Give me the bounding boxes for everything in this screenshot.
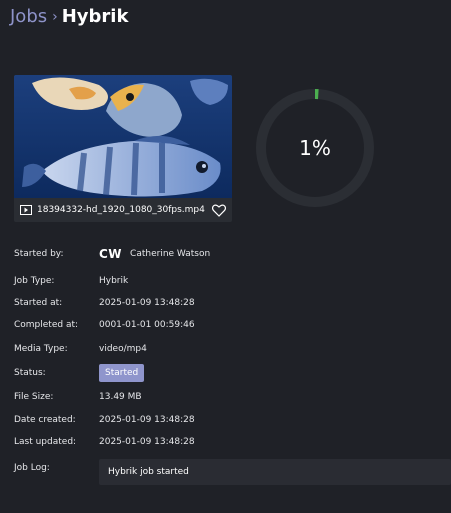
media-type-value: video/mp4 xyxy=(99,344,147,354)
completed-at-row: Completed at: 0001-01-01 00:59:46 xyxy=(14,316,195,334)
media-type-label: Media Type: xyxy=(14,344,68,354)
media-card[interactable]: 18394332-hd_1920_1080_30fps.mp4 xyxy=(14,75,232,222)
last-updated-label: Last updated: xyxy=(14,437,77,447)
job-type-value: Hybrik xyxy=(99,276,129,286)
breadcrumb: Jobs › Hybrik xyxy=(10,6,128,29)
completed-at-value: 0001-01-01 00:59:46 xyxy=(99,320,195,330)
started-at-value: 2025-01-09 13:48:28 xyxy=(99,298,195,308)
started-by-label: Started by: xyxy=(14,249,64,259)
media-type-row: Media Type: video/mp4 xyxy=(14,340,147,358)
avatar: CW xyxy=(99,247,123,261)
job-log-row: Job Log: xyxy=(14,459,99,477)
progress-ring: 1% xyxy=(255,88,375,208)
breadcrumb-current: Hybrik xyxy=(61,6,129,27)
job-log-label: Job Log: xyxy=(14,463,50,473)
started-by-value: Catherine Watson xyxy=(130,249,211,259)
job-log-text: Hybrik job started xyxy=(108,467,189,477)
job-log-box: Hybrik job started xyxy=(99,459,451,485)
date-created-value: 2025-01-09 13:48:28 xyxy=(99,415,195,425)
video-icon xyxy=(20,205,32,215)
media-file-name: 18394332-hd_1920_1080_30fps.mp4 xyxy=(37,205,205,215)
completed-at-label: Completed at: xyxy=(14,320,79,330)
date-created-row: Date created: 2025-01-09 13:48:28 xyxy=(14,411,195,429)
last-updated-value: 2025-01-09 13:48:28 xyxy=(99,437,195,447)
breadcrumb-jobs-link[interactable]: Jobs xyxy=(10,6,47,27)
job-type-row: Job Type: Hybrik xyxy=(14,272,128,290)
started-at-row: Started at: 2025-01-09 13:48:28 xyxy=(14,294,195,312)
last-updated-row: Last updated: 2025-01-09 13:48:28 xyxy=(14,433,195,451)
breadcrumb-chevron-icon: › xyxy=(52,9,58,25)
file-size-row: File Size: 13.49 MB xyxy=(14,388,142,406)
status-row: Status: Started xyxy=(14,364,145,382)
file-size-label: File Size: xyxy=(14,392,54,402)
started-at-label: Started at: xyxy=(14,298,63,308)
file-size-value: 13.49 MB xyxy=(99,392,142,402)
heart-icon[interactable] xyxy=(212,204,226,217)
status-badge: Started xyxy=(99,364,145,382)
status-label: Status: xyxy=(14,368,46,378)
job-type-label: Job Type: xyxy=(14,276,55,286)
started-by-row: Started by: CW Catherine Watson xyxy=(14,245,210,263)
date-created-label: Date created: xyxy=(14,415,76,425)
video-thumbnail[interactable] xyxy=(14,75,232,198)
progress-percent: 1% xyxy=(299,136,331,160)
media-card-footer: 18394332-hd_1920_1080_30fps.mp4 xyxy=(14,198,232,222)
